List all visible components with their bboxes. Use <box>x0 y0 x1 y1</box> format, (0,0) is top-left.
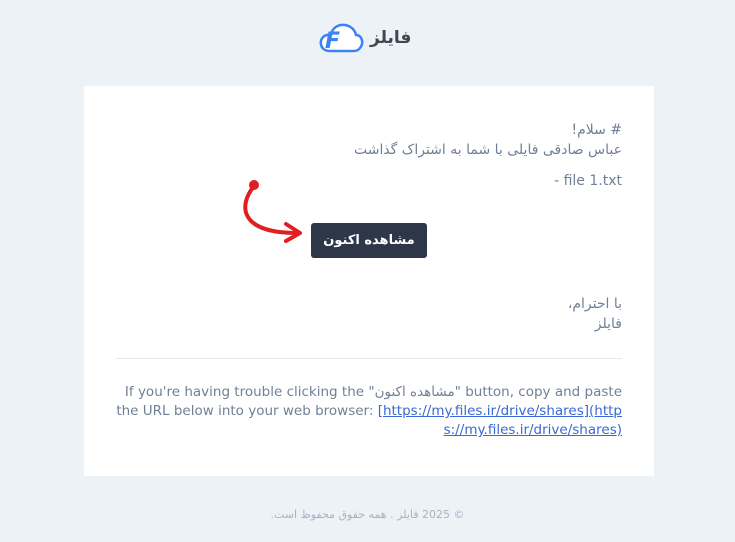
brand-name: فایلز <box>370 28 412 48</box>
logo-letter: F <box>325 29 340 54</box>
footer-copyright: © 2025 فایلز . همه حقوق محفوظ است. <box>270 508 465 521</box>
signoff: با احترام، فایلز <box>322 294 622 334</box>
brand[interactable]: F فایلز <box>318 18 411 58</box>
email-header: F فایلز <box>0 0 735 86</box>
shared-file-item: - file 1.txt <box>554 173 622 189</box>
greeting-message: عباس صادقی فایلی با شما به اشتراک گذاشت <box>353 142 622 158</box>
cloud-logo-icon: F <box>319 23 364 54</box>
red-arrow-icon <box>243 180 302 243</box>
email-card: # سلام! عباس صادقی فایلی با شما به اشترا… <box>84 86 654 476</box>
divider <box>116 358 622 359</box>
greeting-title: # سلام! <box>571 122 622 138</box>
shares-link[interactable]: [https://my.files.ir/drive/shares](https… <box>378 403 622 438</box>
signoff-regards: با احترام، <box>567 296 622 312</box>
greeting: # سلام! عباس صادقی فایلی با شما به اشترا… <box>122 120 622 160</box>
signoff-sender: فایلز <box>594 316 622 332</box>
view-now-button[interactable]: مشاهده اکنون <box>311 223 427 258</box>
subcopy: If you're having trouble clicking the "م… <box>116 383 622 440</box>
